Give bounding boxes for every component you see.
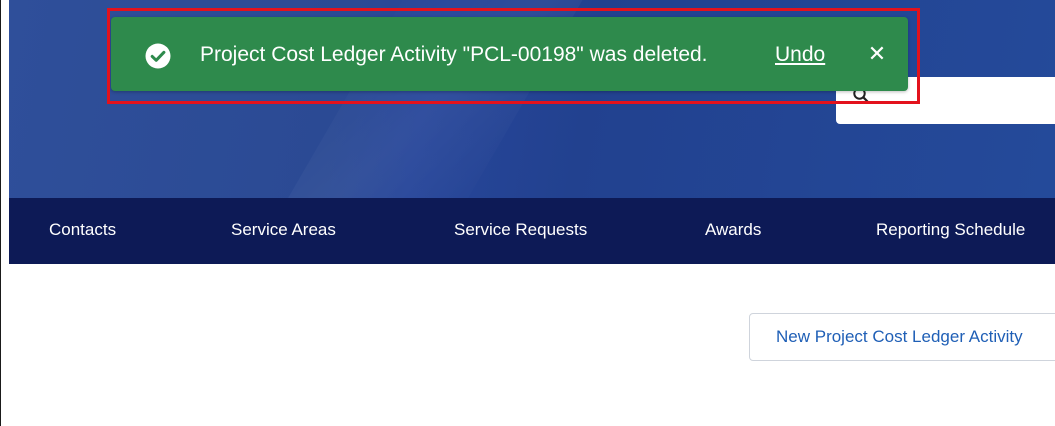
nav-item-awards[interactable]: Awards xyxy=(705,198,761,264)
close-icon[interactable]: ✕ xyxy=(866,17,888,91)
nav-item-reporting-schedule[interactable]: Reporting Schedule xyxy=(876,198,1025,264)
success-toast: Project Cost Ledger Activity "PCL-00198"… xyxy=(111,17,908,91)
new-project-cost-ledger-activity-button[interactable]: New Project Cost Ledger Activity xyxy=(749,313,1055,361)
toast-message: Project Cost Ledger Activity "PCL-00198"… xyxy=(200,43,708,66)
nav-item-service-areas[interactable]: Service Areas xyxy=(231,198,336,264)
main-nav: Contacts Service Areas Service Requests … xyxy=(9,198,1055,264)
check-circle-icon xyxy=(145,43,171,69)
undo-link[interactable]: Undo xyxy=(775,17,825,91)
nav-item-contacts[interactable]: Contacts xyxy=(49,198,116,264)
nav-item-service-requests[interactable]: Service Requests xyxy=(454,198,587,264)
